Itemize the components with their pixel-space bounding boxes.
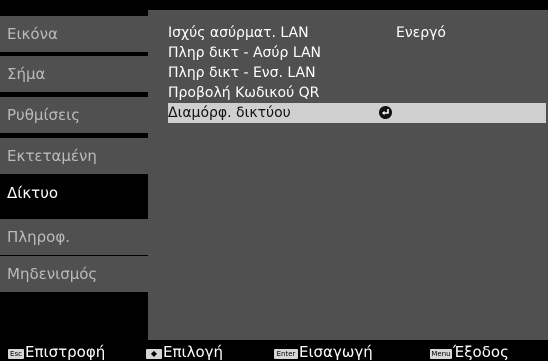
sidebar-item-signal[interactable]: Σήμα bbox=[0, 56, 158, 92]
esc-key-icon: Esc bbox=[8, 349, 24, 359]
row-label: Πληρ δικτ - Ενσ. LAN bbox=[168, 65, 316, 81]
sidebar-item-reset[interactable]: Μηδενισμός bbox=[0, 256, 158, 292]
menu-row-wireless-lan-power[interactable]: Ισχύς ασύρματ. LAN Ενεργό bbox=[168, 23, 546, 43]
menu-row-qr-code[interactable]: Προβολή Κωδικού QR bbox=[168, 83, 546, 103]
menu-row-network-config[interactable]: Διαμόρφ. δικτύου bbox=[168, 103, 546, 123]
back-label: Επιστροφή bbox=[25, 343, 106, 361]
enter-key-icon: Enter bbox=[274, 349, 298, 359]
menu-key-icon: Menu bbox=[430, 349, 452, 359]
key-guide: Esc Επιστροφή ◆ Επιλογή Enter Εισαγωγή M… bbox=[0, 343, 548, 361]
row-label: Προβολή Κωδικού QR bbox=[168, 85, 320, 101]
row-label: Διαμόρφ. δικτύου bbox=[168, 105, 291, 121]
sidebar-item-network[interactable]: Δίκτυο bbox=[0, 175, 158, 211]
arrow-keys-icon: ◆ bbox=[146, 349, 162, 359]
menu-row-wired-lan-info[interactable]: Πληρ δικτ - Ενσ. LAN bbox=[168, 63, 546, 83]
enter-label: Εισαγωγή bbox=[299, 343, 373, 361]
menu-row-wireless-lan-info[interactable]: Πληρ δικτ - Ασύρ LAN bbox=[168, 43, 546, 63]
row-label: Ισχύς ασύρματ. LAN bbox=[168, 25, 309, 41]
exit-label: Έξοδος bbox=[453, 343, 509, 361]
row-value: Ενεργό bbox=[396, 25, 446, 41]
row-label: Πληρ δικτ - Ασύρ LAN bbox=[168, 45, 322, 61]
enter-icon bbox=[379, 106, 392, 119]
sidebar-item-settings[interactable]: Ρυθμίσεις bbox=[0, 97, 158, 133]
sidebar-item-info[interactable]: Πληροφ. bbox=[0, 219, 158, 255]
submenu-panel: Ισχύς ασύρματ. LAN Ενεργό Πληρ δικτ - Ασ… bbox=[148, 10, 548, 340]
sidebar-item-image[interactable]: Εικόνα bbox=[0, 16, 158, 52]
sidebar-item-extended[interactable]: Εκτεταμένη bbox=[0, 138, 158, 174]
select-label: Επιλογή bbox=[163, 343, 224, 361]
